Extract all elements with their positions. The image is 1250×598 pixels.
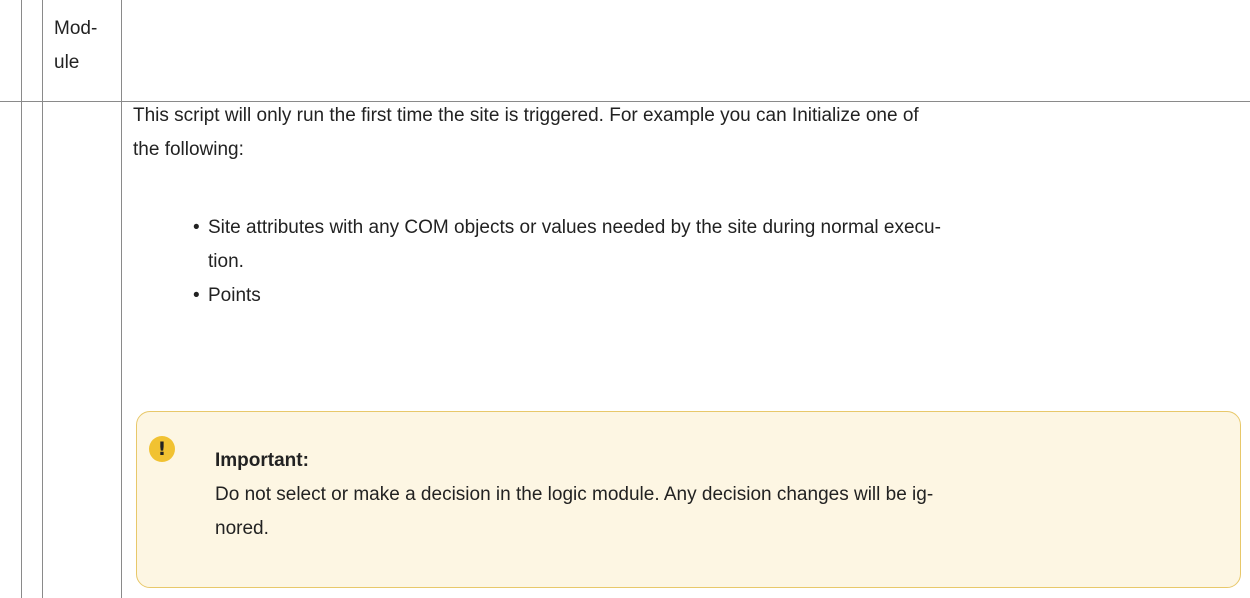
bullet-1-line-1: Site attributes with any COM objects or … (208, 217, 941, 238)
module-label-line-1: Mod- (54, 18, 98, 39)
important-note: ! Important: Do not select or make a dec… (136, 411, 1241, 588)
table-cell-description: This script will only run the first time… (133, 99, 1238, 313)
description-intro-line-2: the following: (133, 139, 244, 160)
note-title: Important: (215, 450, 309, 471)
note-body-line-1: Do not select or make a decision in the … (215, 484, 934, 505)
table-border-left (21, 0, 22, 598)
note-body: Do not select or make a decision in the … (215, 478, 1215, 546)
table-border-col-2 (121, 0, 122, 598)
exclamation-icon: ! (149, 436, 175, 462)
list-item: • Site attributes with any COM objects o… (193, 211, 1238, 279)
bullet-1-line-2: tion. (208, 251, 244, 272)
list-item: • Points (193, 279, 1238, 313)
bullet-icon: • (193, 217, 200, 238)
table-border-col-1 (42, 0, 43, 598)
module-label-line-2: ule (54, 52, 80, 73)
table-cell-module: Mod- ule (54, 12, 114, 80)
bullet-icon: • (193, 285, 200, 306)
bullet-2-line-1: Points (208, 285, 261, 306)
note-body-line-2: nored. (215, 518, 269, 539)
description-intro-line-1: This script will only run the first time… (133, 105, 919, 126)
description-intro: This script will only run the first time… (133, 99, 1238, 167)
bullet-list: • Site attributes with any COM objects o… (133, 211, 1238, 313)
